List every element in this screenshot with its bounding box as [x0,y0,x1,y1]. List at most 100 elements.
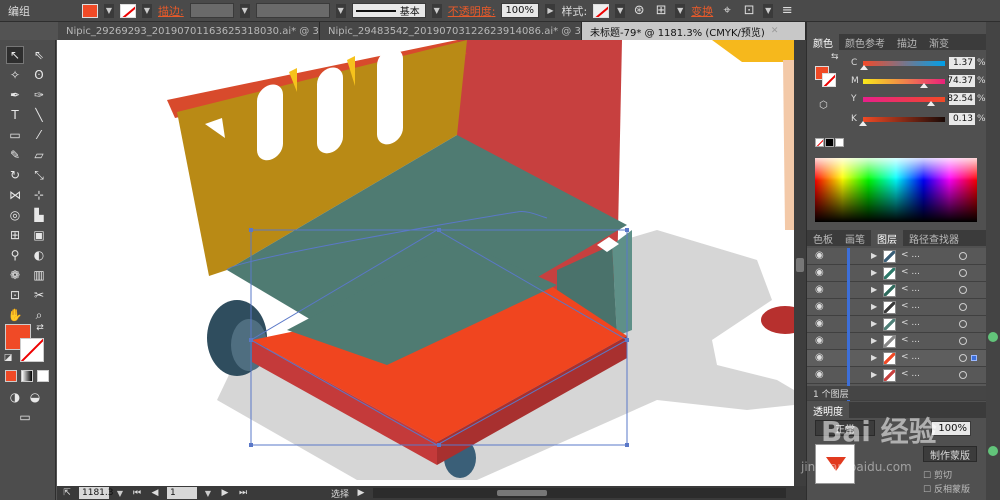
visibility-eye-icon[interactable]: ◉ [815,285,827,295]
direct-selection-tool-icon[interactable]: ⇖ [30,46,48,64]
mesh-tool-icon[interactable]: ⊞ [6,226,24,244]
tab-color[interactable]: 颜色 [807,34,839,50]
pen-tool-icon[interactable]: ✒ [6,86,24,104]
page-dropdown-icon[interactable]: ▼ [203,487,213,499]
slider-value-field[interactable]: 74.37 [947,75,975,87]
tab-brushes[interactable]: 画笔 [839,230,871,246]
visibility-eye-icon[interactable]: ◉ [815,302,827,312]
swap-fill-stroke-icon[interactable]: ⇄ [34,322,46,334]
shape-builder-tool-icon[interactable]: ◎ [6,206,24,224]
target-circle-icon[interactable] [959,320,967,328]
blend-tool-icon[interactable]: ◐ [30,246,48,264]
lasso-tool-icon[interactable]: ʘ [30,66,48,84]
screen-mode-icon[interactable]: ▭ [16,408,34,426]
eraser-tool-icon[interactable]: ▱ [30,146,48,164]
panel-collapse-strip[interactable] [986,22,1000,500]
gradient-tool-icon[interactable]: ▣ [30,226,48,244]
tab-stroke[interactable]: 描边 [891,34,923,50]
stroke-weight-dropdown-icon[interactable]: ▼ [239,3,250,18]
stroke-swatch[interactable] [20,338,44,362]
perspective-grid-tool-icon[interactable]: ▙ [30,206,48,224]
rotate-tool-icon[interactable]: ↻ [6,166,24,184]
tab-color-guide[interactable]: 颜色参考 [839,34,891,50]
slider-track[interactable] [863,117,945,122]
scroll-thumb[interactable] [796,258,804,272]
opacity-link[interactable]: 不透明度: [448,3,496,19]
expand-triangle-icon[interactable]: ▶ [871,302,877,311]
vertical-scrollbar[interactable] [794,40,806,486]
width-tool-icon[interactable]: ⋈ [6,186,24,204]
transform-link[interactable]: 变换 [691,3,713,19]
visibility-eye-icon[interactable]: ◉ [815,268,827,278]
draw-inside-icon[interactable]: ◒ [26,388,44,406]
graphic-style-swatch[interactable] [593,3,610,18]
hand-tool-icon[interactable]: ✋ [6,306,24,324]
close-icon[interactable]: ✕ [771,26,779,36]
line-tool-icon[interactable]: ╲ [30,106,48,124]
status-dot-icon[interactable] [988,332,998,342]
slider-track[interactable] [863,79,945,84]
variable-width-dropdown-icon[interactable]: ▼ [335,3,346,18]
column-graph-tool-icon[interactable]: ▥ [30,266,48,284]
type-tool-icon[interactable]: T [6,106,24,124]
tab-swatches[interactable]: 色板 [807,230,839,246]
slider-thumb-icon[interactable] [859,121,868,126]
target-circle-icon[interactable] [959,269,967,277]
clip-checkbox[interactable]: ☐ 剪切 [923,468,952,481]
slider-value-field[interactable]: 0.13 [949,113,975,125]
slider-track[interactable] [863,61,945,66]
opacity-field[interactable]: 100% [501,3,540,18]
invert-mask-checkbox[interactable]: ☐ 反相蒙版 [923,482,970,495]
color-spectrum[interactable] [815,158,977,222]
tab-gradient[interactable]: 渐变 [923,34,955,50]
brush-dropdown-icon[interactable]: ▼ [431,3,442,18]
stroke-weight-field[interactable] [189,3,234,18]
none-color-swatch[interactable] [815,138,824,147]
visibility-eye-icon[interactable]: ◉ [815,319,827,329]
slider-thumb-icon[interactable] [919,83,928,88]
target-circle-icon[interactable] [959,303,967,311]
color-mode-swatch[interactable] [5,370,17,382]
expand-triangle-icon[interactable]: ▶ [871,251,877,260]
stroke-color-swatch[interactable] [120,3,136,18]
prev-page-icon[interactable]: ◀ [149,487,161,499]
selection-tool-icon[interactable]: ↖ [6,46,24,64]
stroke-link[interactable]: 描边: [158,3,184,19]
symbol-sprayer-tool-icon[interactable]: ❁ [6,266,24,284]
panel-menu-icon[interactable]: ≡ [779,3,795,19]
layer-row[interactable]: ◉ ▶ < ... [807,333,987,350]
opacity-dropdown-icon[interactable]: ▶ [545,3,556,18]
slider-thumb-icon[interactable] [860,65,869,70]
magic-wand-tool-icon[interactable]: ✧ [6,66,24,84]
align-dropdown-icon[interactable]: ▼ [675,3,686,18]
target-circle-icon[interactable] [959,337,967,345]
slider-k[interactable]: K 0.13% [807,113,987,128]
page-field[interactable]: 1 [167,487,197,499]
transparency-opacity-field[interactable]: 100% [931,421,971,436]
visibility-eye-icon[interactable]: ◉ [815,370,827,380]
arrange-icon[interactable]: ⊡ [741,3,757,19]
expand-triangle-icon[interactable]: ▶ [871,353,877,362]
slice-tool-icon[interactable]: ✂ [30,286,48,304]
dock-icon[interactable]: ⇱ [61,487,73,499]
zoom-field[interactable]: 1181.3 [79,487,114,499]
variable-width-field[interactable] [255,3,330,18]
layer-row[interactable]: ◉ ▶ < ... [807,248,987,265]
fill-color-swatch[interactable] [82,3,98,18]
pencil-tool-icon[interactable]: ✎ [6,146,24,164]
slider-value-field[interactable]: 82.54 [947,93,975,105]
align-icon[interactable]: ⊞ [653,3,669,19]
slider-c[interactable]: C 1.37% [807,57,987,72]
tab-pathfinder[interactable]: 路径查找器 [903,230,965,246]
white-color-swatch[interactable] [835,138,844,147]
scale-tool-icon[interactable]: ⤡ [30,166,48,184]
visibility-eye-icon[interactable]: ◉ [815,251,827,261]
layer-row[interactable]: ◉ ▶ < ... [807,299,987,316]
layer-row[interactable]: ◉ ▶ < ... [807,265,987,282]
black-color-swatch[interactable] [825,138,834,147]
first-page-icon[interactable]: ⏮ [131,487,143,499]
layer-row[interactable]: ◉ ▶ < ... [807,316,987,333]
tab-document-active[interactable]: 未标题-79* @ 1181.3% (CMYK/预览) ✕ [582,22,806,40]
expand-triangle-icon[interactable]: ▶ [871,336,877,345]
free-transform-tool-icon[interactable]: ⊹ [30,186,48,204]
